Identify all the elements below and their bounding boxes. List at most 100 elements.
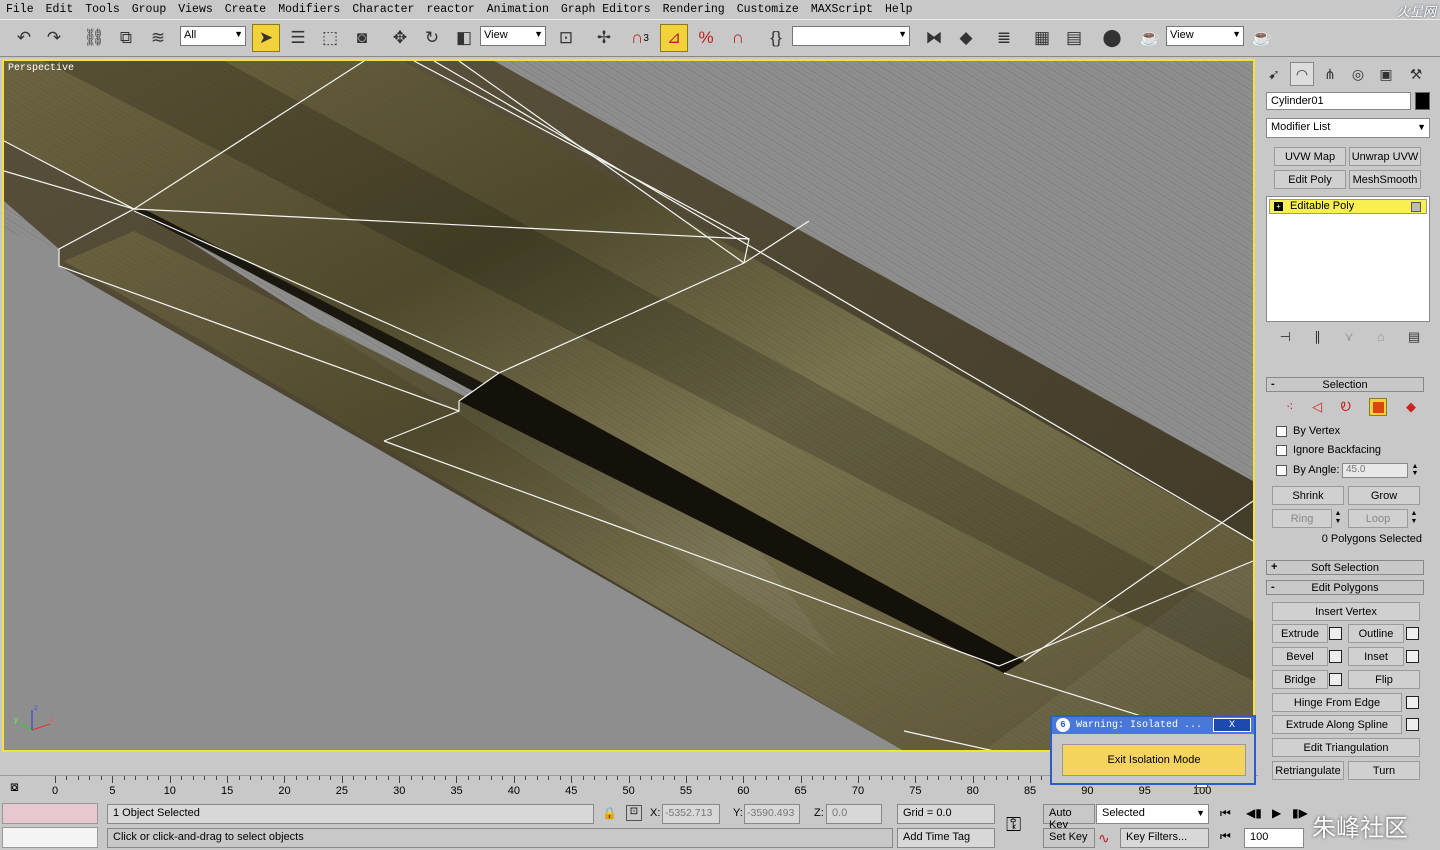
object-color-swatch[interactable] [1415,92,1430,110]
key-mode-dropdown[interactable]: Selected ▼ [1096,804,1209,824]
lock-selection-icon[interactable]: 🔒 [602,806,617,820]
play-icon[interactable]: ▶ [1272,806,1281,820]
checkbox-box[interactable] [1276,444,1287,456]
show-end-result-icon[interactable]: ∥ [1314,329,1321,349]
inset-button[interactable]: Inset [1348,647,1404,666]
redo-icon[interactable]: ↷ [40,24,68,52]
key-mode-toggle-icon[interactable]: ⏮ [1220,829,1231,844]
create-tab-icon[interactable]: ➹ [1262,62,1286,86]
by-vertex-checkbox[interactable]: By Vertex [1276,425,1340,437]
selection-filter-dropdown[interactable]: All ▼ [180,26,246,46]
loop-spinner[interactable]: ▲ ▼ [1409,510,1419,527]
flip-button[interactable]: Flip [1348,670,1420,689]
modifier-stack[interactable]: + Editable Poly [1266,196,1430,322]
expand-icon[interactable]: + [1274,202,1283,211]
utilities-tab-icon[interactable]: ⚒ [1404,62,1428,86]
add-time-tag-button[interactable]: Add Time Tag [897,828,995,848]
menu-item-customize[interactable]: Customize [731,3,805,16]
extrude-spline-settings-icon[interactable] [1406,718,1419,731]
grow-button[interactable]: Grow [1348,486,1420,505]
auto-key-button[interactable]: Auto Key [1043,804,1095,831]
edge-level-icon[interactable]: ◁ [1312,399,1322,415]
hierarchy-tab-icon[interactable]: ⋔ [1318,62,1342,86]
stack-item-editable-poly[interactable]: + Editable Poly [1269,199,1427,214]
spinner-snap-icon[interactable]: ∩ [724,24,752,52]
select-link-icon[interactable]: ⛓ [80,24,108,52]
edit-named-sel-icon[interactable]: {} [762,24,790,52]
layer-manager-icon[interactable]: ≣ [990,24,1018,52]
key-mode-icon[interactable]: ⚿ [1006,814,1021,837]
object-name-field[interactable]: Cylinder01 [1266,92,1411,110]
menu-item-tools[interactable]: Tools [79,3,126,16]
schematic-view-icon[interactable]: ▤ [1060,24,1088,52]
menu-item-graph-editors[interactable]: Graph Editors [555,3,657,16]
ref-coord-dropdown[interactable]: View ▼ [480,26,546,46]
element-level-icon[interactable]: ◆ [1406,399,1416,415]
edit-triangulation-button[interactable]: Edit Triangulation [1272,738,1420,757]
uvw-map-button[interactable]: UVW Map [1274,147,1346,166]
select-object-icon[interactable]: ➤ [252,24,280,52]
outline-settings-icon[interactable] [1406,627,1419,640]
select-by-name-icon[interactable]: ☰ [284,24,312,52]
angle-snap-icon[interactable]: ⊿ [660,24,688,52]
mirror-icon[interactable]: ⧓ [920,24,948,52]
unwrap-uvw-button[interactable]: Unwrap UVW [1349,147,1421,166]
snap-3-icon[interactable]: ∩ 3 [626,24,654,52]
angle-value-field[interactable]: 45.0 [1342,463,1408,478]
turn-button[interactable]: Turn [1348,761,1420,780]
set-key-button[interactable]: Set Key [1043,828,1095,848]
extrude-settings-icon[interactable] [1329,627,1342,640]
absolute-mode-icon[interactable]: ⊡ [626,805,642,821]
edit-polygons-rollout-header[interactable]: - Edit Polygons [1266,580,1424,595]
bevel-button[interactable]: Bevel [1272,647,1328,666]
go-to-start-icon[interactable]: ⏮ [1220,806,1231,821]
ignore-backfacing-checkbox[interactable]: Ignore Backfacing [1276,444,1381,456]
menu-item-animation[interactable]: Animation [481,3,555,16]
key-filters-button[interactable]: Key Filters... [1120,828,1209,848]
curve-editor-mini-icon[interactable]: ⧇ [10,778,19,795]
inset-settings-icon[interactable] [1406,650,1419,663]
previous-frame-icon[interactable]: ◀▮ [1246,806,1262,820]
rect-region-icon[interactable]: ⬚ [316,24,344,52]
menu-item-reactor[interactable]: reactor [420,3,480,16]
menu-item-rendering[interactable]: Rendering [657,3,731,16]
configure-sets-icon[interactable]: ▤ [1408,329,1420,349]
loop-button[interactable]: Loop [1348,509,1408,528]
menu-item-character[interactable]: Character [346,3,420,16]
unlink-icon[interactable]: ⧉ [112,24,140,52]
z-coord-field[interactable]: 0.0 [826,804,882,824]
vertex-level-icon[interactable]: ⁖ [1286,399,1294,415]
hinge-settings-icon[interactable] [1406,696,1419,709]
pivot-icon[interactable]: ⊡ [552,24,580,52]
retriangulate-button[interactable]: Retriangulate [1272,761,1344,780]
remove-modifier-icon[interactable]: ⌂ [1377,329,1385,349]
motion-tab-icon[interactable]: ◎ [1346,62,1370,86]
polygon-level-icon[interactable] [1369,398,1388,416]
ring-button[interactable]: Ring [1272,509,1332,528]
move-icon[interactable]: ✥ [386,24,414,52]
current-frame-field[interactable]: 100 [1244,828,1304,848]
bind-spacewarp-icon[interactable]: ≋ [144,24,172,52]
menu-item-views[interactable]: Views [172,3,219,16]
viewport-label[interactable]: Perspective [8,63,74,74]
display-tab-icon[interactable]: ▣ [1374,62,1398,86]
x-coord-field[interactable]: -5352.713 [662,804,720,824]
pin-stack-icon[interactable]: ⊣ [1280,329,1291,349]
meshsmooth-button[interactable]: MeshSmooth [1349,170,1421,189]
bevel-settings-icon[interactable] [1329,650,1342,663]
manipulate-icon[interactable]: ✢ [590,24,618,52]
menu-item-maxscript[interactable]: MAXScript [805,3,879,16]
exit-isolation-mode-button[interactable]: Exit Isolation Mode [1062,744,1246,776]
next-frame-icon[interactable]: ▮▶ [1292,806,1308,820]
perspective-viewport[interactable]: Perspective x y z [2,59,1255,752]
selection-rollout-header[interactable]: - Selection [1266,377,1424,392]
edit-poly-button[interactable]: Edit Poly [1274,170,1346,189]
insert-vertex-button[interactable]: Insert Vertex [1272,602,1420,621]
make-unique-icon[interactable]: ⋎ [1344,329,1354,349]
render-setup-icon[interactable]: ☕ [1136,24,1164,52]
window-crossing-icon[interactable]: ◙ [348,24,376,52]
checkbox-box[interactable] [1276,464,1287,476]
rotate-icon[interactable]: ↻ [418,24,446,52]
y-coord-field[interactable]: -3590.493 [744,804,800,824]
menu-item-help[interactable]: Help [879,3,919,16]
